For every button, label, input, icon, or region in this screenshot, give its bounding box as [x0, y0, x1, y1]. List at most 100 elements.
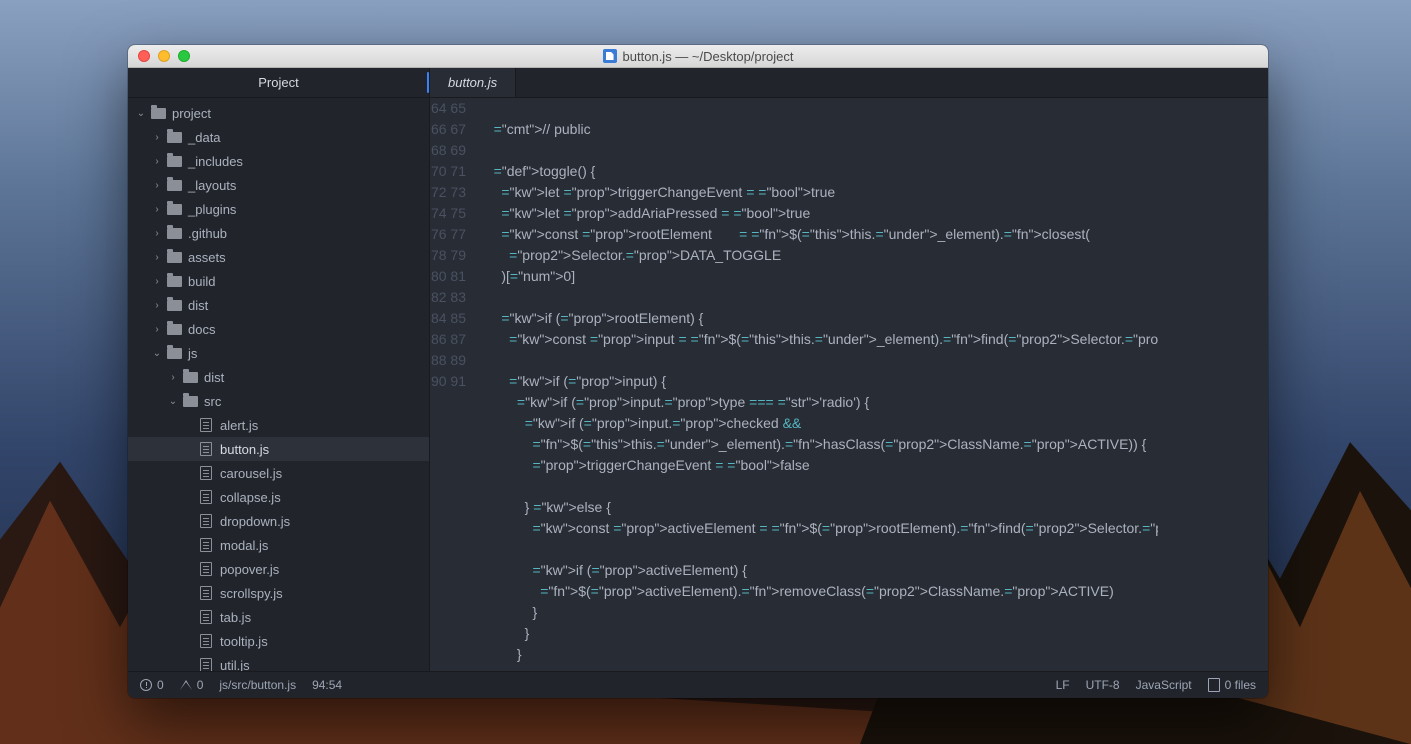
tree-item-label: dist: [204, 370, 224, 385]
status-language[interactable]: JavaScript: [1136, 678, 1192, 692]
tree-item-label: scrollspy.js: [220, 586, 283, 601]
editor-tab-label: button.js: [448, 75, 497, 90]
tree-file-collapse.js[interactable]: collapse.js: [128, 485, 429, 509]
tree-item-label: .github: [188, 226, 227, 241]
tree-file-scrollspy.js[interactable]: scrollspy.js: [128, 581, 429, 605]
folder-icon: [166, 249, 182, 265]
file-tree[interactable]: ⌄project›_data›_includes›_layouts›_plugi…: [128, 98, 429, 671]
folder-icon: [166, 225, 182, 241]
tree-file-popover.js[interactable]: popover.js: [128, 557, 429, 581]
tree-file-carousel.js[interactable]: carousel.js: [128, 461, 429, 485]
tree-folder-project[interactable]: ⌄ project: [128, 101, 429, 125]
tree-file-tab.js[interactable]: tab.js: [128, 605, 429, 629]
tree-item-label: util.js: [220, 658, 250, 672]
tree-item-label: collapse.js: [220, 490, 281, 505]
editor-tabs: button.js: [430, 68, 1268, 98]
chevron-right-icon[interactable]: ›: [168, 372, 178, 383]
chevron-right-icon[interactable]: ›: [152, 300, 162, 311]
chevron-right-icon[interactable]: ›: [152, 132, 162, 143]
tree-item-label: alert.js: [220, 418, 258, 433]
status-errors-count: 0: [157, 678, 164, 692]
chevron-down-icon[interactable]: ⌄: [152, 348, 162, 359]
tree-item-label: assets: [188, 250, 226, 265]
tree-item-label: _includes: [188, 154, 243, 169]
tree-item-label: popover.js: [220, 562, 279, 577]
tree-folder-_layouts[interactable]: › _layouts: [128, 173, 429, 197]
file-icon: [1208, 678, 1220, 692]
folder-icon: [182, 393, 198, 409]
tree-folder-js[interactable]: ⌄js: [128, 341, 429, 365]
status-warnings[interactable]: 0: [180, 678, 204, 692]
tree-folder-build[interactable]: › build: [128, 269, 429, 293]
tree-item-label: project: [172, 106, 211, 121]
sidebar-panel-tab-project[interactable]: Project: [128, 68, 429, 98]
tree-folder-src[interactable]: ⌄ src: [128, 389, 429, 413]
minimap[interactable]: [1158, 98, 1268, 671]
tree-item-label: _plugins: [188, 202, 236, 217]
tree-file-button.js[interactable]: button.js: [128, 437, 429, 461]
chevron-right-icon[interactable]: ›: [152, 252, 162, 263]
status-files[interactable]: 0 files: [1208, 678, 1256, 692]
tree-folder-_data[interactable]: ›_data: [128, 125, 429, 149]
status-cursor-position[interactable]: 94:54: [312, 678, 342, 692]
tree-item-label: docs: [188, 322, 215, 337]
editor-tab-button-js[interactable]: button.js: [430, 68, 516, 97]
chevron-down-icon[interactable]: ⌄: [136, 108, 146, 119]
tree-item-label: modal.js: [220, 538, 268, 553]
tree-file-tooltip.js[interactable]: tooltip.js: [128, 629, 429, 653]
tree-folder-dist[interactable]: › dist: [128, 365, 429, 389]
tree-item-label: src: [204, 394, 221, 409]
title-file-icon: [603, 49, 617, 63]
file-icon: [198, 465, 214, 481]
chevron-right-icon[interactable]: ›: [152, 324, 162, 335]
tree-item-label: dropdown.js: [220, 514, 290, 529]
tree-item-label: _layouts: [188, 178, 236, 193]
editor-area: button.js 64 65 66 67 68 69 70 71 72 73 …: [430, 68, 1268, 671]
status-errors[interactable]: 0: [140, 678, 164, 692]
status-eol[interactable]: LF: [1056, 678, 1070, 692]
status-filepath[interactable]: js/src/button.js: [219, 678, 296, 692]
tree-item-label: dist: [188, 298, 208, 313]
window-close-button[interactable]: [138, 50, 150, 62]
file-icon: [198, 657, 214, 671]
sidebar: Project ⌄project›_data›_includes›_layout…: [128, 68, 430, 671]
tree-file-dropdown.js[interactable]: dropdown.js: [128, 509, 429, 533]
tree-file-modal.js[interactable]: modal.js: [128, 533, 429, 557]
window-zoom-button[interactable]: [178, 50, 190, 62]
file-icon: [198, 561, 214, 577]
folder-icon: [166, 201, 182, 217]
chevron-right-icon[interactable]: ›: [152, 276, 162, 287]
folder-icon: [182, 369, 198, 385]
folder-icon: [166, 177, 182, 193]
file-icon: [198, 417, 214, 433]
tree-item-label: build: [188, 274, 215, 289]
tree-item-label: button.js: [220, 442, 269, 457]
tree-folder-.github[interactable]: › .github: [128, 221, 429, 245]
folder-icon: [166, 153, 182, 169]
tree-folder-assets[interactable]: › assets: [128, 245, 429, 269]
chevron-down-icon[interactable]: ⌄: [168, 396, 178, 407]
tree-folder-docs[interactable]: › docs: [128, 317, 429, 341]
folder-icon: [166, 297, 182, 313]
tree-folder-_plugins[interactable]: › _plugins: [128, 197, 429, 221]
window-minimize-button[interactable]: [158, 50, 170, 62]
status-bar: 0 0 js/src/button.js 94:54 LF UTF-8 Java…: [128, 671, 1268, 698]
folder-icon: [166, 345, 182, 361]
chevron-right-icon[interactable]: ›: [152, 180, 162, 191]
tree-file-alert.js[interactable]: alert.js: [128, 413, 429, 437]
chevron-right-icon[interactable]: ›: [152, 156, 162, 167]
tree-file-util.js[interactable]: util.js: [128, 653, 429, 671]
window-titlebar[interactable]: button.js — ~/Desktop/project: [128, 45, 1268, 68]
error-icon: [140, 679, 152, 691]
chevron-right-icon[interactable]: ›: [152, 228, 162, 239]
tree-folder-_includes[interactable]: › _includes: [128, 149, 429, 173]
chevron-right-icon[interactable]: ›: [152, 204, 162, 215]
file-icon: [198, 633, 214, 649]
tree-folder-dist[interactable]: › dist: [128, 293, 429, 317]
status-encoding[interactable]: UTF-8: [1086, 678, 1120, 692]
window-title: button.js — ~/Desktop/project: [623, 49, 794, 64]
code-editor[interactable]: ="cmt">// public ="def">toggle() { ="kw"…: [478, 98, 1158, 671]
editor-window: button.js — ~/Desktop/project Project ⌄ p…: [128, 45, 1268, 698]
file-icon: [198, 585, 214, 601]
sidebar-panel-label: Project: [258, 75, 298, 90]
